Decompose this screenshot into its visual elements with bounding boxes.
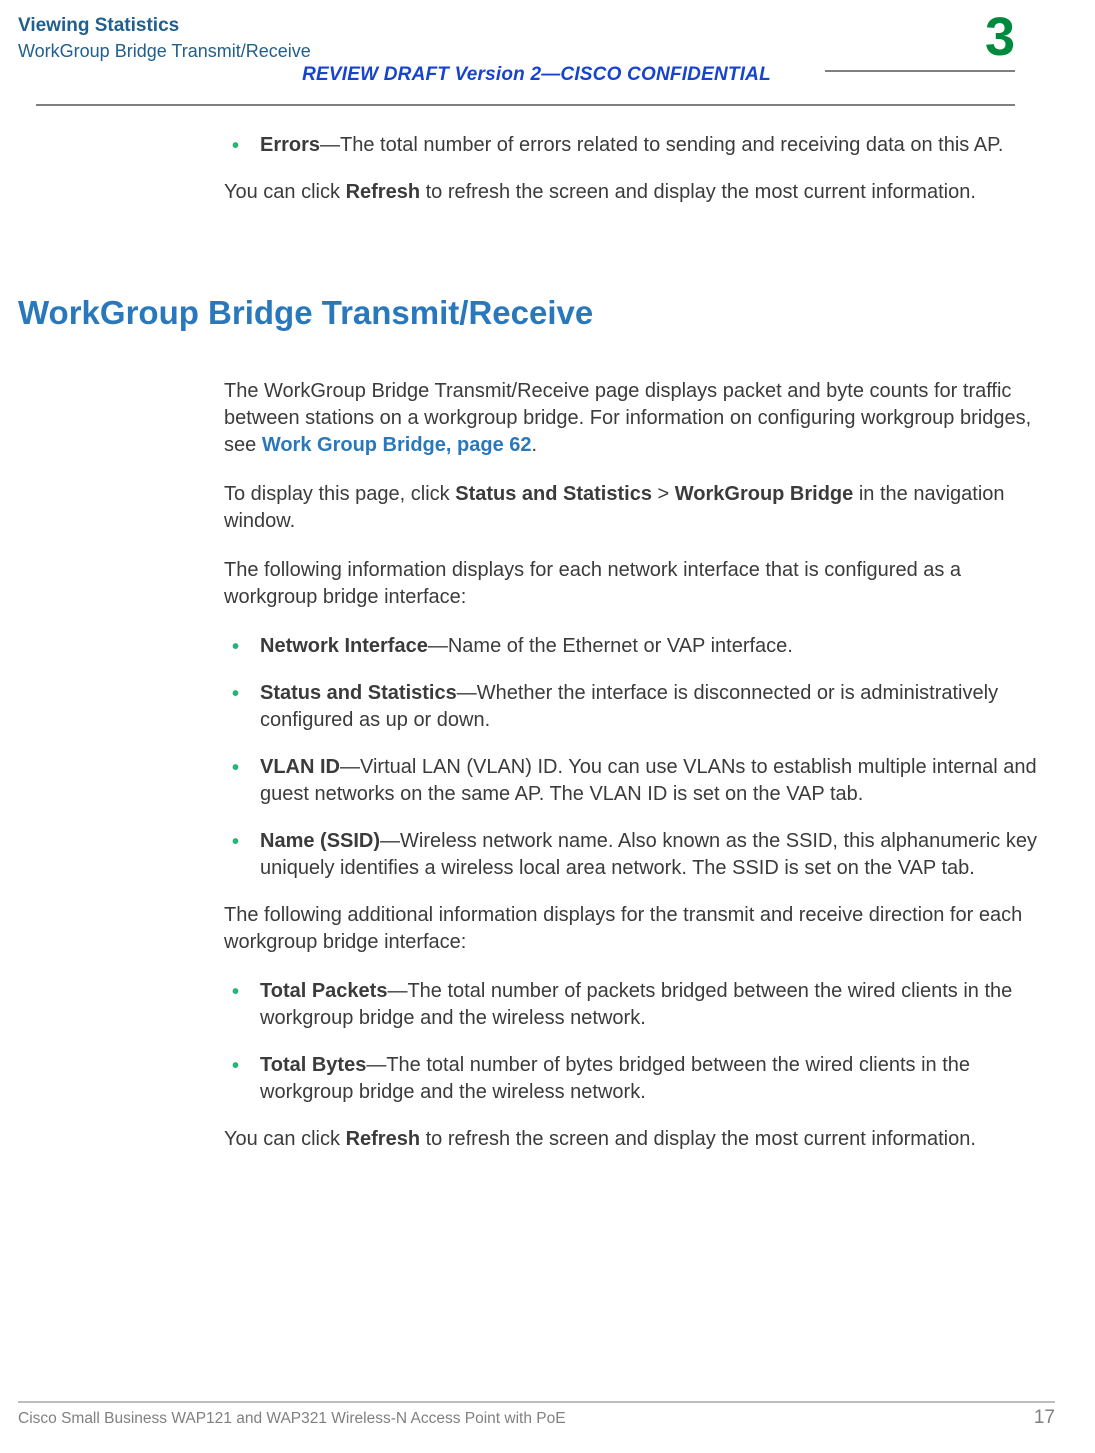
text: You can click — [224, 1128, 346, 1150]
refresh-paragraph: You can click Refresh to refresh the scr… — [224, 179, 1055, 206]
nav-path-1: Status and Statistics — [455, 483, 652, 505]
bullet-total-bytes: • Total Bytes—The total number of bytes … — [224, 1052, 1055, 1106]
continued-content: • Errors—The total number of errors rela… — [224, 132, 1055, 206]
nav-paragraph: To display this page, click Status and S… — [224, 481, 1055, 535]
refresh-label: Refresh — [346, 181, 420, 203]
bullet-icon: • — [232, 755, 239, 782]
term-text: —The total number of errors related to s… — [320, 134, 1003, 156]
text: To display this page, click — [224, 483, 455, 505]
bullet-name-ssid: • Name (SSID)—Wireless network name. Als… — [224, 828, 1055, 882]
term-text: —Name of the Ethernet or VAP interface. — [428, 635, 793, 657]
term: Network Interface — [260, 635, 428, 657]
chapter-number: 3 — [985, 6, 1015, 68]
lead-paragraph-1: The following information displays for e… — [224, 557, 1055, 611]
bullet-network-interface: • Network Interface—Name of the Ethernet… — [224, 633, 1055, 660]
bullet-icon: • — [232, 681, 239, 708]
footer-rule — [18, 1401, 1055, 1403]
term: VLAN ID — [260, 756, 340, 778]
page-number: 17 — [1034, 1407, 1055, 1429]
term-text: —The total number of bytes bridged betwe… — [260, 1054, 970, 1103]
bullet-total-packets: • Total Packets—The total number of pack… — [224, 978, 1055, 1032]
bullet-status-statistics: • Status and Statistics—Whether the inte… — [224, 680, 1055, 734]
term: Total Packets — [260, 980, 387, 1002]
term: Errors — [260, 134, 320, 156]
header-left: Viewing Statistics WorkGroup Bridge Tran… — [18, 12, 1055, 62]
bullet-errors: • Errors—The total number of errors rela… — [224, 132, 1055, 159]
text: to refresh the screen and display the mo… — [420, 1128, 976, 1150]
header-rule — [36, 104, 1015, 106]
refresh-paragraph-2: You can click Refresh to refresh the scr… — [224, 1126, 1055, 1153]
nav-path-2: WorkGroup Bridge — [675, 483, 854, 505]
bullet-icon: • — [232, 979, 239, 1006]
text: to refresh the screen and display the mo… — [420, 181, 976, 203]
bullet-icon: • — [232, 1053, 239, 1080]
term: Total Bytes — [260, 1054, 366, 1076]
bullet-icon: • — [232, 133, 239, 160]
text: > — [652, 483, 675, 505]
section-heading: WorkGroup Bridge Transmit/Receive — [18, 294, 593, 332]
refresh-label: Refresh — [346, 1128, 420, 1150]
review-draft-banner: REVIEW DRAFT Version 2—CISCO CONFIDENTIA… — [18, 64, 1055, 86]
page-footer: Cisco Small Business WAP121 and WAP321 W… — [18, 1407, 1055, 1429]
section-subtitle: WorkGroup Bridge Transmit/Receive — [18, 40, 1055, 62]
text: You can click — [224, 181, 346, 203]
cross-ref-link[interactable]: Work Group Bridge, page 62 — [262, 434, 532, 456]
document-page: Viewing Statistics WorkGroup Bridge Tran… — [0, 0, 1095, 1453]
lead-paragraph-2: The following additional information dis… — [224, 902, 1055, 956]
term-text: —Virtual LAN (VLAN) ID. You can use VLAN… — [260, 756, 1037, 805]
text: . — [532, 434, 538, 456]
bullet-icon: • — [232, 829, 239, 856]
footer-text: Cisco Small Business WAP121 and WAP321 W… — [18, 1410, 566, 1428]
chapter-title: Viewing Statistics — [18, 14, 1055, 38]
chapter-number-rule — [825, 70, 1015, 72]
bullet-vlan-id: • VLAN ID—Virtual LAN (VLAN) ID. You can… — [224, 754, 1055, 808]
term: Name (SSID) — [260, 830, 380, 852]
term: Status and Statistics — [260, 682, 457, 704]
bullet-icon: • — [232, 634, 239, 661]
intro-paragraph: The WorkGroup Bridge Transmit/Receive pa… — [224, 378, 1055, 459]
section-body: The WorkGroup Bridge Transmit/Receive pa… — [224, 378, 1055, 1153]
page-header: Viewing Statistics WorkGroup Bridge Tran… — [18, 12, 1055, 108]
